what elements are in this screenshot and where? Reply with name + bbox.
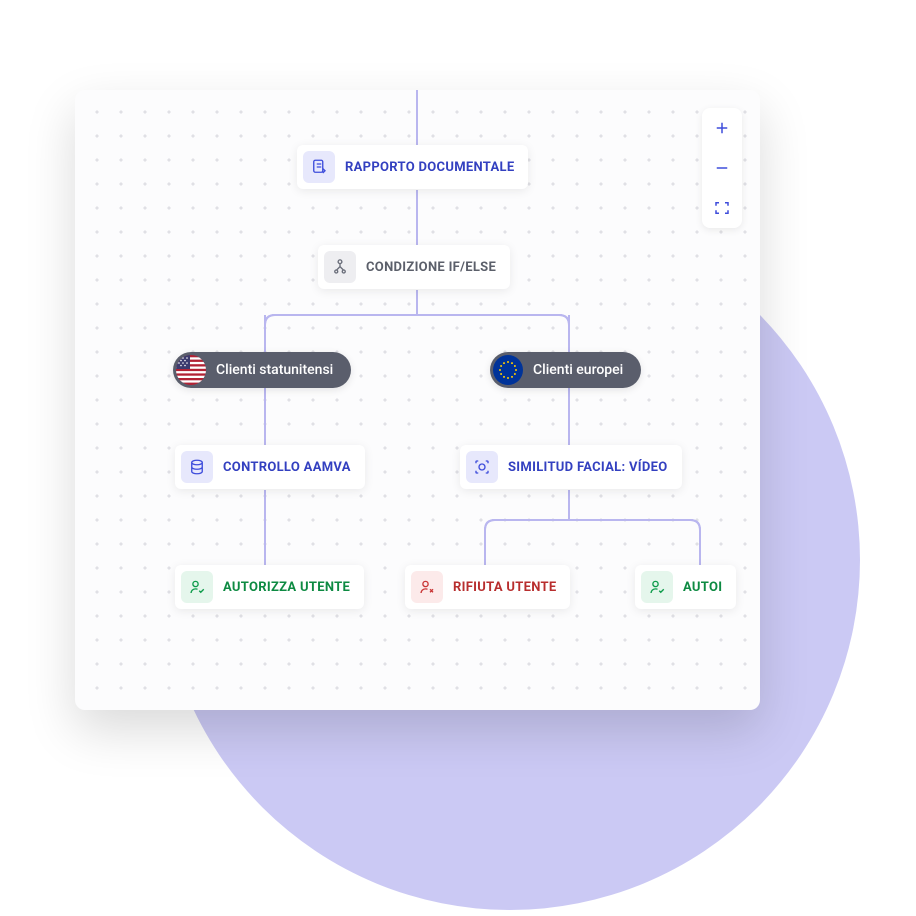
branch-label: Clienti statunitensi xyxy=(216,362,333,378)
zoom-out-button[interactable] xyxy=(702,148,742,188)
node-label: SIMILITUD FACIAL: VÍDEO xyxy=(508,460,668,475)
node-facial-similarity[interactable]: SIMILITUD FACIAL: VÍDEO xyxy=(460,445,682,489)
branching-icon xyxy=(324,251,356,283)
workflow-canvas[interactable]: RAPPORTO DOCUMENTALE CONDIZIONE IF/ELSE … xyxy=(75,90,760,710)
branch-us-customers[interactable]: Clienti statunitensi xyxy=(173,352,351,388)
node-approve-user-us[interactable]: AUTORIZZA UTENTE xyxy=(175,565,364,609)
node-reject-user[interactable]: RIFIUTA UTENTE xyxy=(405,565,570,609)
node-label: RIFIUTA UTENTE xyxy=(453,580,556,595)
node-label: CONTROLLO AAMVA xyxy=(223,460,351,475)
user-check-icon xyxy=(181,571,213,603)
us-flag-icon xyxy=(176,355,206,385)
eu-flag-icon xyxy=(493,355,523,385)
branch-label: Clienti europei xyxy=(533,362,623,378)
document-report-icon xyxy=(303,151,335,183)
node-label: RAPPORTO DOCUMENTALE xyxy=(345,160,514,175)
zoom-in-button[interactable] xyxy=(702,108,742,148)
branch-eu-customers[interactable]: Clienti europei xyxy=(490,352,641,388)
zoom-controls xyxy=(702,108,742,228)
database-icon xyxy=(181,451,213,483)
face-scan-icon xyxy=(466,451,498,483)
node-aamva-check[interactable]: CONTROLLO AAMVA xyxy=(175,445,365,489)
user-check-icon xyxy=(641,571,673,603)
node-label: CONDIZIONE IF/ELSE xyxy=(366,260,496,275)
node-condition[interactable]: CONDIZIONE IF/ELSE xyxy=(318,245,510,289)
node-approve-user-eu[interactable]: AUTOI xyxy=(635,565,736,609)
fullscreen-button[interactable] xyxy=(702,188,742,228)
node-document-report[interactable]: RAPPORTO DOCUMENTALE xyxy=(297,145,528,189)
node-label: AUTORIZZA UTENTE xyxy=(223,580,350,595)
user-x-icon xyxy=(411,571,443,603)
node-label: AUTOI xyxy=(683,580,722,595)
